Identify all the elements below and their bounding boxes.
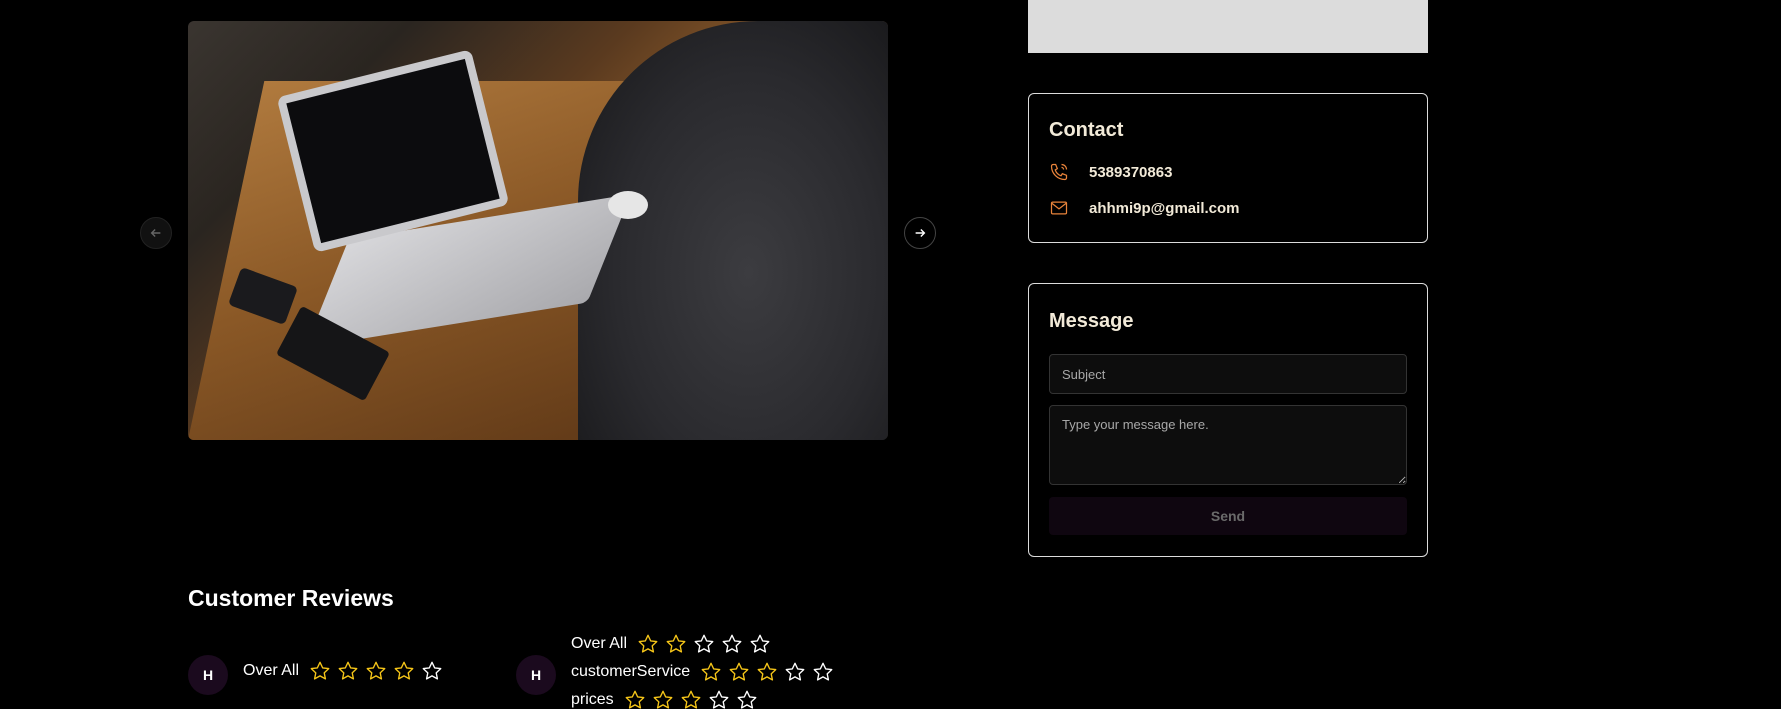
reviewer-avatar: H: [188, 655, 228, 695]
contact-email: ahhmi9p@gmail.com: [1089, 199, 1240, 217]
carousel-next-button[interactable]: [904, 217, 936, 249]
star-filled-icon: [625, 690, 645, 709]
map-placeholder: [1028, 0, 1428, 53]
star-empty-icon: [813, 662, 833, 681]
carousel-image: [188, 21, 888, 440]
reviews-title: Customer Reviews: [188, 585, 394, 611]
star-empty-icon: [722, 634, 742, 653]
contact-phone: 5389370863: [1089, 163, 1173, 181]
star-rating: [700, 661, 834, 683]
star-filled-icon: [681, 690, 701, 709]
reviewer-avatar: H: [516, 655, 556, 695]
carousel-prev-button[interactable]: [140, 217, 172, 249]
send-button[interactable]: Send: [1049, 497, 1407, 535]
star-filled-icon: [310, 661, 330, 680]
contact-title: Contact: [1049, 119, 1124, 141]
rating-row: prices: [571, 689, 758, 709]
rating-row: Over All: [571, 633, 771, 655]
message-card: Message Send: [1028, 283, 1428, 557]
rating-row: Over All: [243, 660, 443, 682]
star-filled-icon: [666, 634, 686, 653]
page: Contact 5389370863 ahhmi9p@gmail.com Mes…: [0, 0, 1781, 709]
star-filled-icon: [338, 661, 358, 680]
contact-card: Contact 5389370863 ahhmi9p@gmail.com: [1028, 93, 1428, 243]
rating-row: customerService: [571, 661, 834, 683]
message-title: Message: [1049, 310, 1134, 332]
mail-icon: [1050, 201, 1068, 215]
star-filled-icon: [701, 662, 721, 681]
arrow-left-icon: [150, 229, 161, 237]
image-carousel: [188, 21, 888, 440]
star-rating: [309, 660, 443, 682]
star-empty-icon: [422, 661, 442, 680]
star-empty-icon: [737, 690, 757, 709]
star-filled-icon: [638, 634, 658, 653]
contact-email-row[interactable]: ahhmi9p@gmail.com: [1049, 198, 1240, 218]
arrow-right-icon: [915, 229, 926, 237]
star-filled-icon: [729, 662, 749, 681]
star-empty-icon: [750, 634, 770, 653]
star-rating: [624, 689, 758, 709]
contact-phone-row[interactable]: 5389370863: [1049, 162, 1172, 182]
star-empty-icon: [694, 634, 714, 653]
photo-person: [578, 21, 888, 440]
star-rating: [637, 633, 771, 655]
rating-label: Over All: [571, 635, 628, 652]
message-textarea[interactable]: [1049, 405, 1407, 485]
rating-label: prices: [571, 691, 614, 708]
rating-label: customerService: [571, 663, 691, 680]
star-empty-icon: [785, 662, 805, 681]
rating-label: Over All: [243, 662, 300, 679]
subject-input[interactable]: [1049, 354, 1407, 394]
star-filled-icon: [757, 662, 777, 681]
star-filled-icon: [653, 690, 673, 709]
star-filled-icon: [394, 661, 414, 680]
star-filled-icon: [366, 661, 386, 680]
phone-icon: [1050, 163, 1068, 181]
star-empty-icon: [709, 690, 729, 709]
photo-cup: [608, 191, 648, 219]
